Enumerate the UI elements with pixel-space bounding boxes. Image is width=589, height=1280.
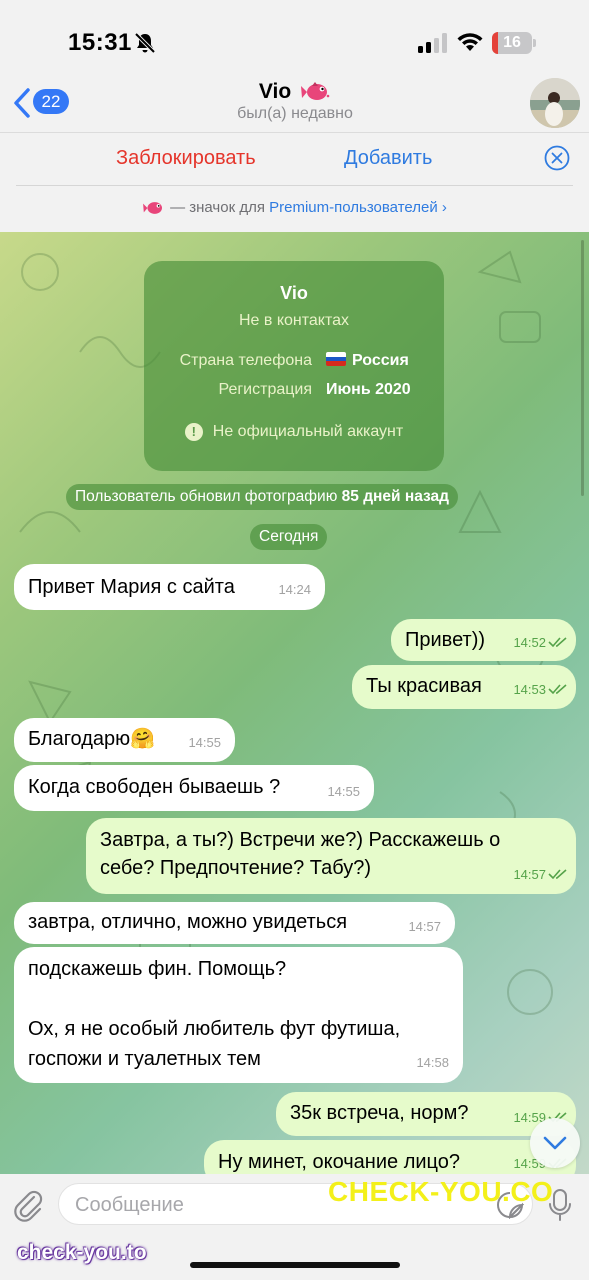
message-text-line: Завтра, а ты?) Встречи же?) Расскажешь о	[100, 829, 501, 851]
message-time: 14:24	[278, 582, 311, 597]
battery-percent: 16	[503, 34, 521, 51]
premium-fish-icon	[143, 202, 163, 214]
message-time: 14:58	[416, 1055, 449, 1070]
message-outgoing[interactable]: Ну минет, окочание лицо? 14:59	[204, 1140, 576, 1174]
scroll-to-bottom-button[interactable]	[530, 1118, 580, 1168]
premium-link[interactable]: Premium-пользователей ›	[269, 199, 447, 216]
warning-text: Не официальный аккаунт	[212, 423, 404, 440]
info-card-name: Vio	[280, 283, 308, 303]
message-input-placeholder: Сообщение	[75, 1194, 184, 1216]
russia-flag-icon	[326, 352, 346, 366]
paperclip-icon[interactable]	[12, 1188, 44, 1222]
cellular-signal-icon	[418, 33, 447, 53]
chat-title: Vio	[150, 80, 440, 104]
chat-subtitle: был(а) недавно	[237, 105, 353, 122]
message-text: Благодарю🤗	[28, 728, 156, 750]
registration-label: Регистрация	[218, 381, 312, 398]
service-text-bold: 85 дней назад	[341, 488, 449, 505]
registration-value: Июнь 2020	[326, 381, 411, 398]
double-check-icon	[548, 869, 567, 880]
chat-header: 22 Vio был(а) недавно	[0, 78, 589, 132]
service-text: Пользователь обновил фотографию	[75, 488, 338, 505]
message-meta: 14:52	[513, 629, 568, 657]
message-text: Привет Мария с сайта	[28, 576, 235, 598]
contact-info-card: Vio Не в контактах Страна телефона Росси…	[144, 261, 444, 471]
chat-title-block[interactable]: Vio был(а) недавно	[150, 78, 440, 123]
contact-action-bar: Заблокировать Добавить	[0, 132, 589, 186]
exclamation-icon: !	[184, 423, 203, 441]
message-text: Ты красивая	[366, 675, 482, 697]
message-text: Привет))	[405, 629, 486, 651]
info-card-status: Не в контактах	[238, 312, 350, 329]
message-input-bar: Сообщение CHECK-YOU.CO check-you.to	[0, 1174, 589, 1280]
message-meta: 14:53	[513, 676, 568, 704]
unread-count-badge[interactable]: 22	[33, 89, 69, 114]
message-text-line: госпожи и туалетных тем	[28, 1048, 261, 1070]
message-text: 35к встреча, норм?	[290, 1102, 469, 1124]
watermark: CHECK-YOU.CO	[328, 1176, 554, 1207]
date-separator: Сегодня	[250, 524, 328, 550]
close-icon[interactable]	[544, 145, 570, 171]
scrollbar[interactable]	[581, 240, 584, 496]
premium-notice[interactable]: — значок для Premium-пользователей ›	[0, 186, 589, 232]
phone-country-label: Страна телефона	[179, 352, 312, 369]
message-time: 14:52	[513, 635, 546, 650]
unofficial-account-warning: ! Не официальный аккаунт	[144, 423, 444, 441]
message-text-line: Ох, я не особый любитель фут футиша,	[28, 1018, 401, 1040]
double-check-icon	[548, 684, 567, 695]
status-bar: 15:31 16	[0, 0, 589, 78]
block-button[interactable]: Заблокировать	[116, 147, 256, 170]
message-time: 14:53	[513, 682, 546, 697]
home-indicator[interactable]	[190, 1262, 400, 1268]
message-time: 14:55	[188, 735, 221, 750]
phone-country-value: Россия	[326, 352, 409, 370]
avatar[interactable]	[530, 78, 580, 128]
message-incoming[interactable]: Благодарю🤗 14:55	[14, 718, 235, 762]
message-text: Когда свободен бываешь ?	[28, 776, 281, 798]
bell-muted-icon	[134, 32, 156, 54]
chat-history[interactable]: Vio Не в контактах Страна телефона Росси…	[0, 232, 589, 1174]
add-contact-button[interactable]: Добавить	[344, 147, 432, 170]
double-check-icon	[548, 637, 567, 648]
message-time: 14:57	[408, 919, 441, 934]
message-outgoing[interactable]: Завтра, а ты?) Встречи же?) Расскажешь о…	[86, 818, 576, 894]
premium-link-label: Premium-пользователей	[269, 199, 438, 216]
message-meta: 14:57	[513, 861, 568, 889]
service-message-photo-update: Пользователь обновил фотографию 85 дней …	[66, 484, 458, 510]
status-time: 15:31	[68, 29, 132, 56]
message-text-line: подскажешь фин. Помощь?	[28, 958, 287, 980]
chevron-down-icon	[543, 1136, 567, 1150]
message-text: Ну минет, окочание лицо?	[218, 1151, 461, 1173]
message-time: 14:57	[513, 867, 546, 882]
message-incoming[interactable]: Когда свободен бываешь ? 14:55	[14, 765, 374, 811]
premium-notice-text: — значок для	[170, 199, 265, 216]
wifi-icon	[457, 33, 483, 51]
message-incoming[interactable]: подскажешь фин. Помощь? Ох, я не особый …	[14, 947, 463, 1083]
battery-indicator: 16	[492, 32, 536, 54]
message-text-line: себе? Предпочтение? Табу?)	[100, 857, 372, 879]
avatar-photo	[530, 78, 580, 128]
message-time: 14:55	[327, 784, 360, 799]
message-text: завтра, отлично, можно увидеться	[28, 911, 348, 933]
chat-title-text: Vio	[258, 80, 292, 103]
phone-country-text: Россия	[352, 352, 409, 369]
message-incoming[interactable]: Привет Мария с сайта 14:24	[14, 564, 325, 610]
message-outgoing[interactable]: Ты красивая 14:53	[352, 665, 576, 709]
premium-fish-icon	[301, 82, 330, 101]
message-incoming[interactable]: завтра, отлично, можно увидеться 14:57	[14, 902, 455, 944]
watermark-corner: check-you.to	[17, 1241, 147, 1264]
message-outgoing[interactable]: Привет)) 14:52	[391, 619, 576, 661]
chevron-left-icon[interactable]	[10, 86, 34, 120]
